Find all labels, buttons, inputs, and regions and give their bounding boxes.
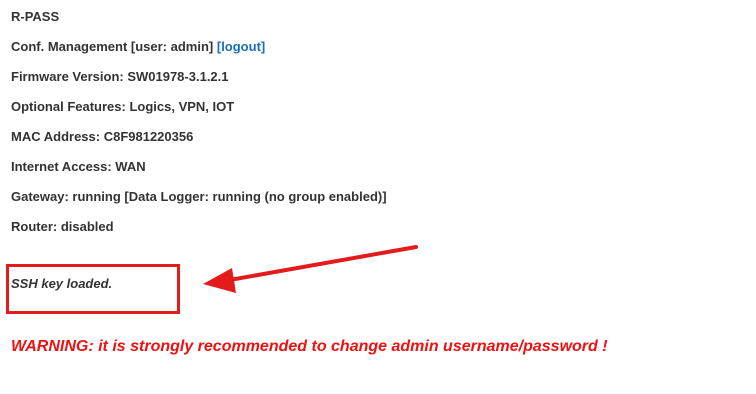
gateway-status: Gateway: running [Data Logger: running (… (11, 189, 387, 204)
logout-link[interactable]: [logout] (217, 39, 265, 54)
mac-address: MAC Address: C8F981220356 (11, 129, 194, 144)
arrow-shaft (222, 245, 418, 283)
security-warning: WARNING: it is strongly recommended to c… (11, 338, 608, 355)
device-name: R-PASS (11, 9, 60, 24)
device-info-list: R-PASS Conf. Management [user: admin] [l… (11, 8, 387, 248)
conf-management-line: Conf. Management [user: admin] [logout] (11, 38, 387, 68)
internet-access: Internet Access: WAN (11, 159, 146, 174)
arrow-head (203, 268, 236, 293)
ssh-status-text: SSH key loaded. (11, 276, 113, 291)
conf-management-text: Conf. Management [user: admin] (11, 39, 217, 54)
firmware-version: Firmware Version: SW01978-3.1.2.1 (11, 69, 229, 84)
optional-features: Optional Features: Logics, VPN, IOT (11, 99, 235, 114)
router-status: Router: disabled (11, 219, 114, 234)
